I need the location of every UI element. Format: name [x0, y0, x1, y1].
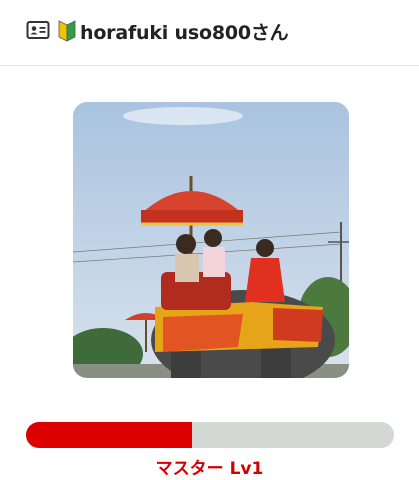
level-progress-bar — [26, 422, 394, 448]
profile-header: horafuki uso800さん — [0, 0, 419, 66]
beginner-mark-icon — [58, 18, 76, 46]
username: horafuki uso800さん — [80, 22, 289, 44]
level-progress-fill — [26, 422, 192, 448]
level-label: マスター Lv1 — [155, 459, 264, 479]
profile-photo[interactable] — [73, 102, 349, 378]
id-card-icon[interactable] — [26, 20, 50, 44]
